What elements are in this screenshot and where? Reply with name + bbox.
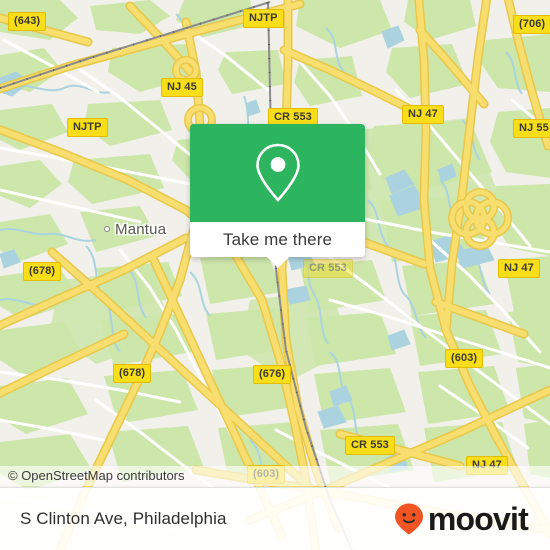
card-action-label: Take me there (222, 229, 333, 249)
card-pointer-tail (266, 257, 289, 268)
road-shield-cr553-mid: CR 553 (303, 259, 353, 278)
card-action-area[interactable]: Take me there (190, 222, 365, 268)
road-shield-678-lower: (678) (113, 364, 152, 383)
road-shield-nj47-mid: NJ 47 (498, 259, 540, 278)
road-shield-cr553-lower: CR 553 (345, 436, 395, 455)
moovit-wordmark: moovit (427, 501, 529, 537)
moovit-map-screenshot: Mantua (643) NJTP (706) NJ 45 NJ 47 CR 5… (0, 0, 550, 550)
road-shield-676: (676) (253, 365, 292, 384)
location-title: S Clinton Ave, Philadelphia (20, 509, 227, 528)
bottom-bar: S Clinton Ave, Philadelphia moovit (0, 487, 550, 550)
road-shield-643: (643) (8, 12, 47, 31)
card-icon-area (190, 124, 365, 222)
moovit-logo[interactable]: moovit (393, 501, 529, 537)
road-shield-nj55: NJ 55 (513, 119, 550, 138)
map-attribution[interactable]: © OpenStreetMap contributors (0, 466, 550, 486)
place-label-mantua: Mantua (115, 221, 167, 238)
road-shield-njtp-top: NJTP (243, 9, 284, 28)
take-me-there-card[interactable]: Take me there (190, 124, 365, 268)
road-shield-603-mid: (603) (445, 349, 484, 368)
place-marker-dot (104, 226, 110, 232)
road-shield-nj47-upper: NJ 47 (402, 105, 444, 124)
road-shield-678-upper: (678) (23, 262, 62, 281)
moovit-pin-icon (394, 503, 423, 535)
road-shield-nj45: NJ 45 (161, 78, 203, 97)
road-shield-706: (706) (513, 15, 550, 34)
road-shield-njtp-left: NJTP (67, 118, 108, 137)
map-pin-icon (255, 143, 300, 202)
